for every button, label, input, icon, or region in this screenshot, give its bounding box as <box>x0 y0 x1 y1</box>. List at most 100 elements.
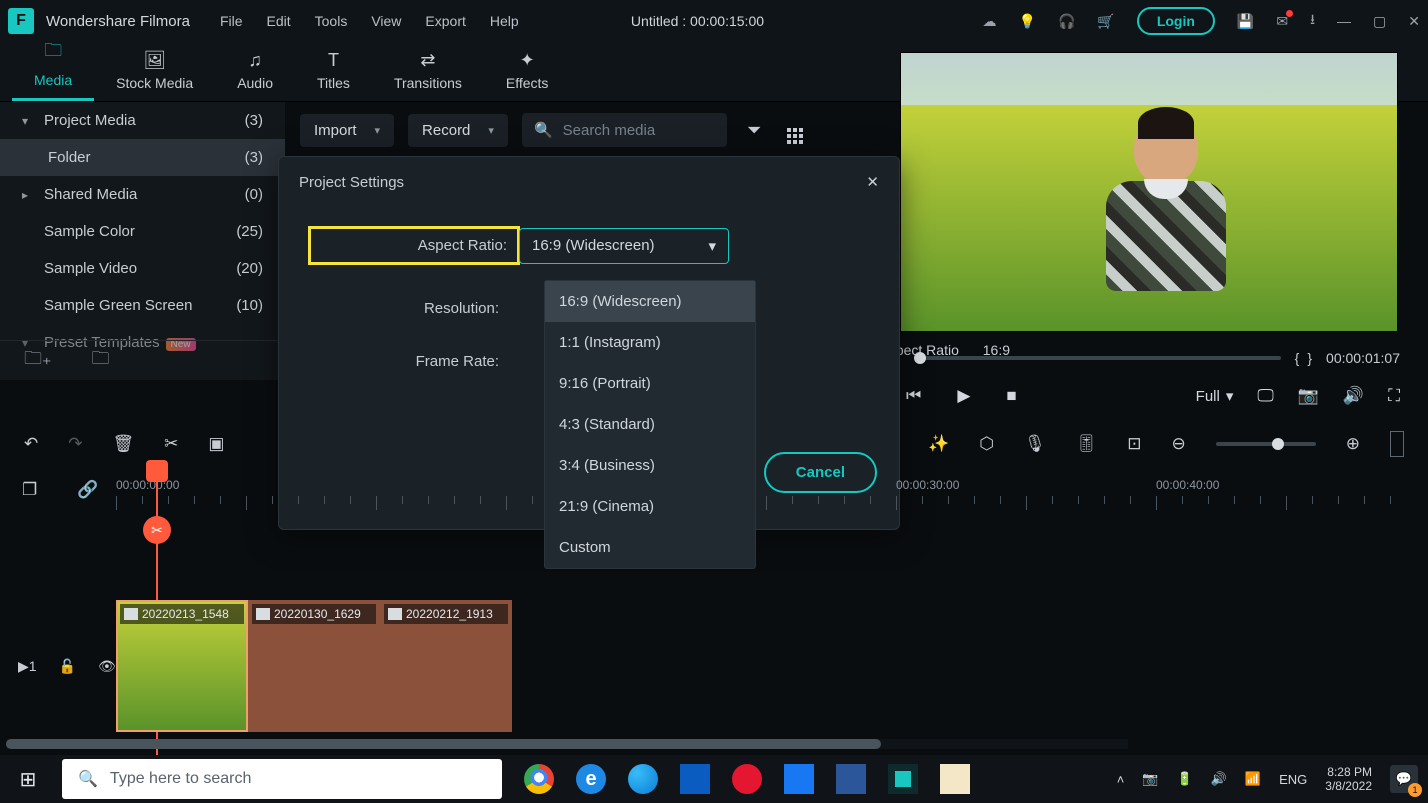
zoom-full-dropdown[interactable]: Full ▾ <box>1196 387 1234 405</box>
taskbar-app-chrome[interactable] <box>518 758 560 800</box>
tray-language[interactable]: ENG <box>1279 772 1307 787</box>
menu-file[interactable]: File <box>220 13 243 29</box>
maximize-icon[interactable]: ▢ <box>1373 13 1386 30</box>
link-icon[interactable]: 🔗 <box>77 480 98 500</box>
taskbar-app-filmora[interactable] <box>882 758 924 800</box>
brace-right[interactable]: } <box>1307 350 1312 366</box>
split-icon[interactable]: ✂ <box>164 434 178 454</box>
lightbulb-icon[interactable]: 💡 <box>1019 13 1036 30</box>
tray-expand-icon[interactable]: ˄ <box>1117 772 1125 787</box>
cloud-icon[interactable]: ☁ <box>983 13 997 30</box>
tray-camera-icon[interactable]: 📷 <box>1142 771 1158 787</box>
tab-effects[interactable]: ✦Effects <box>484 44 571 101</box>
sidebar-item-shared-media[interactable]: ▸Shared Media(0) <box>0 176 285 213</box>
sidebar-item-sample-color[interactable]: Sample Color(25) <box>0 213 285 250</box>
timeline-view-toggle[interactable] <box>1390 431 1404 457</box>
timeline-clip[interactable]: 20220213_1548 <box>116 600 248 732</box>
stop-icon[interactable]: ■ <box>1006 386 1016 406</box>
option-16-9[interactable]: 16:9 (Widescreen) <box>545 281 755 322</box>
layers-icon[interactable]: ❐ <box>22 480 37 500</box>
play-icon[interactable]: ▶ <box>957 386 970 406</box>
effects-icon[interactable]: ✨ <box>928 434 949 454</box>
start-button[interactable]: ⊞ <box>0 755 56 803</box>
step-back-icon[interactable]: ⏮ <box>906 386 921 406</box>
voiceover-icon[interactable]: 🎙 <box>1024 434 1046 454</box>
volume-icon[interactable]: 🔊 <box>1343 386 1364 406</box>
open-folder-icon[interactable]: 🗀 <box>92 346 110 376</box>
sidebar-item-project-media[interactable]: ▾Project Media(3) <box>0 102 285 139</box>
tab-titles[interactable]: TTitles <box>295 44 372 101</box>
preview-viewport[interactable] <box>900 52 1398 332</box>
taskbar-search[interactable]: 🔍Type here to search <box>62 759 502 799</box>
tab-stock-media[interactable]: 🖼Stock Media <box>94 44 215 101</box>
undo-icon[interactable]: ↶ <box>24 434 38 454</box>
minimize-icon[interactable]: — <box>1337 13 1351 29</box>
delete-icon[interactable]: 🗑 <box>113 434 135 454</box>
taskbar-app-word[interactable] <box>830 758 872 800</box>
import-dropdown[interactable]: Import▾ <box>300 114 394 147</box>
menu-help[interactable]: Help <box>490 13 519 29</box>
tray-volume-icon[interactable]: 🔊 <box>1211 771 1227 787</box>
sidebar-item-folder[interactable]: Folder(3) <box>0 139 285 176</box>
fullscreen-icon[interactable]: ⛶ <box>1388 386 1400 406</box>
audio-mixer-icon[interactable]: 🎚 <box>1076 434 1098 454</box>
taskbar-app-facebook[interactable] <box>778 758 820 800</box>
grid-view-icon[interactable] <box>781 116 809 144</box>
option-9-16[interactable]: 9:16 (Portrait) <box>545 363 755 404</box>
timeline-clip[interactable]: 20220130_1629 <box>248 600 380 732</box>
redo-icon[interactable]: ↷ <box>68 434 82 454</box>
filter-icon[interactable]: ⏷ <box>741 120 767 141</box>
track-visibility-icon[interactable]: 👁 <box>98 658 116 675</box>
zoom-slider[interactable] <box>1216 442 1316 446</box>
taskbar-app-outlook[interactable] <box>674 758 716 800</box>
sidebar-item-sample-video[interactable]: Sample Video(20) <box>0 250 285 287</box>
close-window-icon[interactable]: ✕ <box>1408 13 1420 30</box>
cart-icon[interactable]: 🛒 <box>1097 13 1114 30</box>
timeline-scrollbar[interactable] <box>6 739 1128 749</box>
new-folder-icon[interactable]: 🗀₊ <box>24 346 52 376</box>
option-3-4[interactable]: 3:4 (Business) <box>545 445 755 486</box>
keyframe-icon[interactable]: ⊡ <box>1127 434 1141 454</box>
headset-icon[interactable]: 🎧 <box>1058 13 1075 30</box>
display-icon[interactable]: 🖵 <box>1257 386 1273 406</box>
mail-icon[interactable]: ✉ <box>1276 13 1288 30</box>
taskbar-app-ie[interactable] <box>570 758 612 800</box>
option-1-1[interactable]: 1:1 (Instagram) <box>545 322 755 363</box>
taskbar-app-opera[interactable] <box>726 758 768 800</box>
aspect-ratio-select[interactable]: 16:9 (Widescreen) ▾ <box>519 228 729 264</box>
option-21-9[interactable]: 21:9 (Cinema) <box>545 486 755 527</box>
save-icon[interactable]: 💾 <box>1237 13 1254 30</box>
split-marker-icon[interactable]: ✂ <box>143 516 171 544</box>
download-icon[interactable]: ⭳ <box>1310 9 1315 33</box>
snapshot-icon[interactable]: 📷 <box>1298 386 1319 406</box>
crop-icon[interactable]: ▣ <box>208 434 224 454</box>
tray-wifi-icon[interactable]: 📶 <box>1245 771 1261 787</box>
tab-media[interactable]: 🗀Media <box>12 32 94 101</box>
marker-icon[interactable]: ⬡ <box>979 434 994 454</box>
menu-tools[interactable]: Tools <box>315 13 348 29</box>
record-dropdown[interactable]: Record▾ <box>408 114 508 147</box>
search-media-input[interactable]: 🔍Search media <box>522 113 727 147</box>
login-button[interactable]: Login <box>1137 7 1215 35</box>
taskbar-app-paint[interactable] <box>934 758 976 800</box>
sidebar-item-sample-green[interactable]: Sample Green Screen(10) <box>0 287 285 324</box>
tray-battery-icon[interactable]: 🔋 <box>1177 771 1193 787</box>
timeline-clip[interactable]: 20220212_1913 <box>380 600 512 732</box>
tray-clock[interactable]: 8:28 PM3/8/2022 <box>1325 765 1372 794</box>
option-4-3[interactable]: 4:3 (Standard) <box>545 404 755 445</box>
brace-left[interactable]: { <box>1295 350 1300 366</box>
menu-edit[interactable]: Edit <box>267 13 291 29</box>
menu-export[interactable]: Export <box>425 13 465 29</box>
option-custom[interactable]: Custom <box>545 527 755 568</box>
close-icon[interactable]: ✕ <box>866 173 879 191</box>
zoom-in-icon[interactable]: ⊕ <box>1346 434 1360 454</box>
menu-view[interactable]: View <box>371 13 401 29</box>
tab-audio[interactable]: ♫Audio <box>215 44 295 101</box>
tab-transitions[interactable]: ⇄Transitions <box>372 44 484 101</box>
taskbar-app-edge[interactable] <box>622 758 664 800</box>
tray-notifications[interactable]: 💬 <box>1390 765 1418 793</box>
preview-scrubber[interactable] <box>920 356 1281 360</box>
track-video-icon[interactable]: ▶1 <box>18 658 37 675</box>
track-lock-icon[interactable]: 🔓 <box>59 658 76 675</box>
zoom-out-icon[interactable]: ⊖ <box>1172 434 1186 454</box>
